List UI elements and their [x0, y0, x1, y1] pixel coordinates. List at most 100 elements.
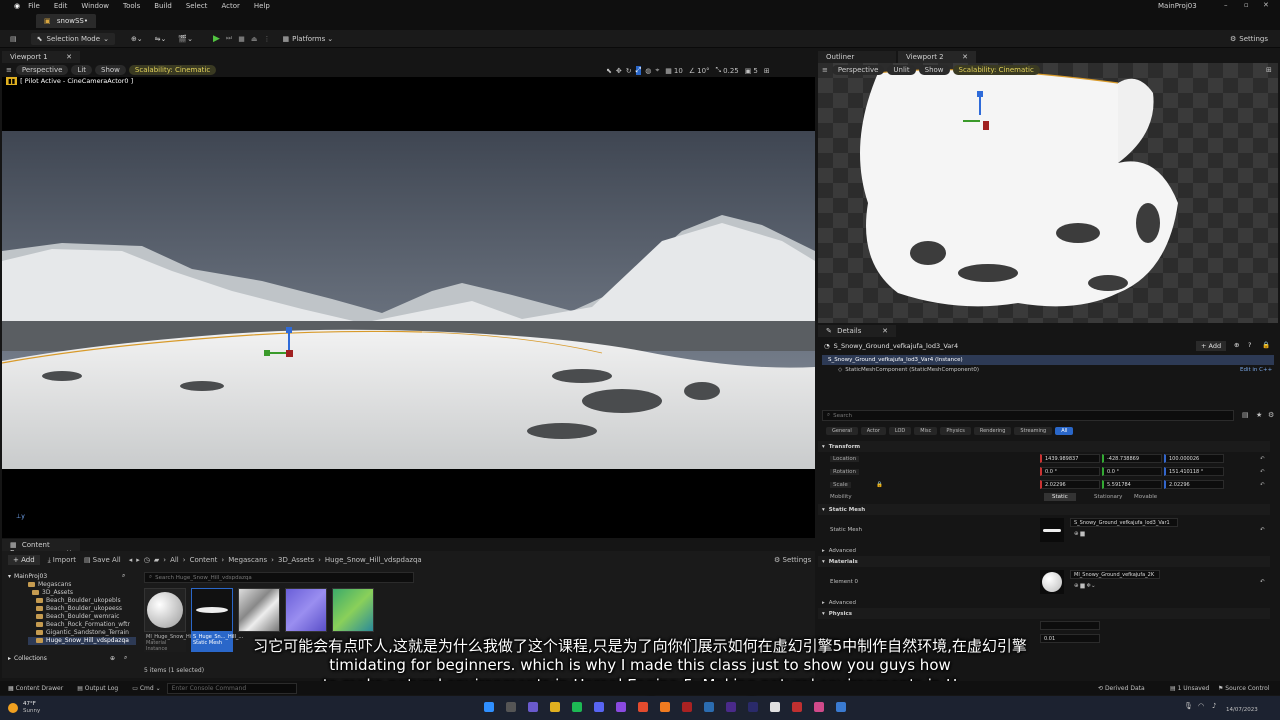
save-icon[interactable]: ▤: [10, 35, 17, 43]
spotify-icon[interactable]: [572, 702, 582, 712]
file-explorer-icon[interactable]: [550, 702, 560, 712]
move-tool-icon[interactable]: ✥: [616, 67, 622, 75]
tree-item[interactable]: Beach_Boulder_wemraic: [28, 613, 136, 621]
select-tool-icon[interactable]: ⬉: [606, 67, 612, 75]
table-view-icon[interactable]: ▤: [1242, 411, 1249, 419]
history-icon[interactable]: ◷: [144, 556, 150, 564]
camera-speed-icon[interactable]: ▣: [745, 67, 752, 75]
filter-physics[interactable]: Physics: [940, 427, 971, 435]
blueprint-icon[interactable]: ⇋⌄: [149, 33, 173, 45]
filter-general[interactable]: General: [826, 427, 858, 435]
texture-albedo-thumbnail[interactable]: [238, 588, 280, 632]
minimize-icon[interactable]: –: [1224, 1, 1228, 9]
location-y-field[interactable]: -428.738869: [1102, 454, 1162, 463]
material-dropdown[interactable]: MI_Snowy_Ground_vefkajufa_2K: [1070, 570, 1160, 579]
content-drawer-button[interactable]: ▦ Content Drawer: [8, 685, 63, 692]
physics-field-1[interactable]: [1040, 621, 1100, 630]
mobility-stationary[interactable]: Stationary: [1088, 493, 1128, 501]
content-browser-tab[interactable]: ▦ Content Browser ✕: [2, 539, 80, 557]
outliner-tab[interactable]: Outliner: [818, 51, 896, 63]
scale-y-field[interactable]: 5.591784: [1102, 480, 1162, 489]
import-button[interactable]: Import: [53, 556, 76, 564]
star-icon[interactable]: ★: [1256, 411, 1262, 419]
path-all[interactable]: All: [170, 556, 179, 564]
tree-item[interactable]: Gigantic_Sandstone_Terrain: [28, 629, 136, 637]
menu-window[interactable]: Window: [81, 2, 109, 10]
grid-snap-value[interactable]: 10: [674, 67, 683, 75]
reset-icon[interactable]: ↶: [1260, 482, 1265, 488]
app-icon[interactable]: [616, 702, 626, 712]
details-tab[interactable]: ✎ Details ✕: [818, 325, 896, 337]
menu-tools[interactable]: Tools: [123, 2, 140, 10]
camera-speed-value[interactable]: 5: [753, 67, 757, 75]
viewport-menu-icon[interactable]: ≡: [6, 66, 12, 74]
play-icon[interactable]: ▶: [213, 34, 220, 44]
texture-normal-thumbnail[interactable]: [285, 588, 327, 632]
lit-chip[interactable]: Lit: [71, 65, 93, 75]
filter-lod[interactable]: LOD: [888, 427, 912, 435]
details-search-input[interactable]: ⌕ Search: [822, 410, 1234, 421]
collections-row[interactable]: ▸ Collections ⊕ ⌕: [2, 653, 136, 663]
reset-icon[interactable]: ↶: [1260, 527, 1265, 533]
static-mesh-section[interactable]: ▾ Static Mesh: [818, 504, 1270, 515]
reset-icon[interactable]: ↶: [1260, 456, 1265, 462]
settings-button[interactable]: ⚙ Settings: [1224, 33, 1274, 45]
edit-cpp-link[interactable]: Edit in C++: [1240, 367, 1272, 373]
mobility-movable[interactable]: Movable: [1128, 493, 1163, 501]
scale-label[interactable]: Scale: [830, 481, 851, 488]
derived-data-button[interactable]: ⟲ Derived Data: [1098, 685, 1145, 692]
weather-widget[interactable]: 47°F Sunny: [23, 701, 40, 715]
add-button[interactable]: + Add: [8, 555, 40, 565]
layout-icon[interactable]: ⊞: [764, 67, 770, 75]
asset-search-input[interactable]: ⌕ Search Huge_Snow_Hill_vdspdazqa: [144, 572, 414, 583]
show-chip[interactable]: Show: [95, 65, 126, 75]
location-x-field[interactable]: 1439.989837: [1040, 454, 1100, 463]
physics-section[interactable]: ▾ Physics: [818, 608, 1270, 619]
material-thumbnail[interactable]: [1040, 570, 1064, 594]
app-icon[interactable]: [836, 702, 846, 712]
component-instance-row[interactable]: S_Snowy_Ground_vefkajufa_lod3_Var4 (Inst…: [822, 355, 1274, 365]
rotation-label[interactable]: Rotation: [830, 468, 860, 475]
rotation-snap-value[interactable]: 10°: [697, 67, 709, 75]
search-icon[interactable]: ⌕: [122, 572, 125, 580]
world-icon[interactable]: ◍: [645, 67, 651, 75]
wifi-icon[interactable]: ◠: [1198, 702, 1204, 710]
menu-file[interactable]: File: [28, 2, 40, 10]
tree-item[interactable]: Beach_Boulder_ukopebls: [28, 597, 136, 605]
tree-item[interactable]: Megascans: [28, 581, 136, 589]
path-current-folder[interactable]: Huge_Snow_Hill_vdspdazqa: [325, 556, 422, 564]
menu-help[interactable]: Help: [254, 2, 270, 10]
folder-icon[interactable]: ▰: [154, 556, 159, 564]
viewport-menu-icon[interactable]: ≡: [822, 66, 828, 74]
forward-icon[interactable]: ▸: [136, 556, 140, 564]
back-icon[interactable]: ◂: [129, 556, 133, 564]
console-input[interactable]: Enter Console Command: [166, 682, 297, 694]
menu-actor[interactable]: Actor: [221, 2, 239, 10]
layout-icon[interactable]: ⊞: [1266, 66, 1272, 74]
close-tab-icon[interactable]: ✕: [66, 53, 72, 61]
rotation-z-field[interactable]: 151.410118 °: [1164, 467, 1224, 476]
surface-snap-icon[interactable]: ⌖: [655, 66, 659, 75]
rotation-x-field[interactable]: 0.0 °: [1040, 467, 1100, 476]
level-tab[interactable]: ▣ snowSS•: [36, 14, 96, 28]
step-icon[interactable]: ⏭: [226, 34, 232, 43]
filter-actor[interactable]: Actor: [860, 427, 886, 435]
grid-snap-icon[interactable]: ▦: [665, 67, 672, 75]
platforms-button[interactable]: ▦ Platforms ⌄: [276, 33, 339, 45]
component-row[interactable]: ◇ StaticMeshComponent (StaticMeshCompone…: [818, 365, 1278, 375]
premiere-icon[interactable]: [726, 702, 736, 712]
path-3d-assets[interactable]: 3D_Assets: [278, 556, 314, 564]
scale-snap-value[interactable]: 0.25: [723, 67, 739, 75]
location-z-field[interactable]: 100.000026: [1164, 454, 1224, 463]
scale-z-field[interactable]: 2.02296: [1164, 480, 1224, 489]
rotation-y-field[interactable]: 0.0 °: [1102, 467, 1162, 476]
tree-root[interactable]: ▾ MainProj03 ⌕: [2, 571, 136, 581]
blender-icon[interactable]: [660, 702, 670, 712]
mobility-static[interactable]: Static: [1044, 492, 1076, 501]
lock-scale-icon[interactable]: 🔒: [876, 482, 883, 488]
help-icon[interactable]: ?: [1248, 341, 1251, 349]
stop-icon[interactable]: ■: [238, 35, 245, 43]
add-collection-icon[interactable]: ⊕: [110, 655, 115, 662]
cinematics-icon[interactable]: 🎬⌄: [172, 33, 199, 45]
viewport1[interactable]: ≡ Perspective Lit Show Scalability: Cine…: [2, 63, 815, 538]
